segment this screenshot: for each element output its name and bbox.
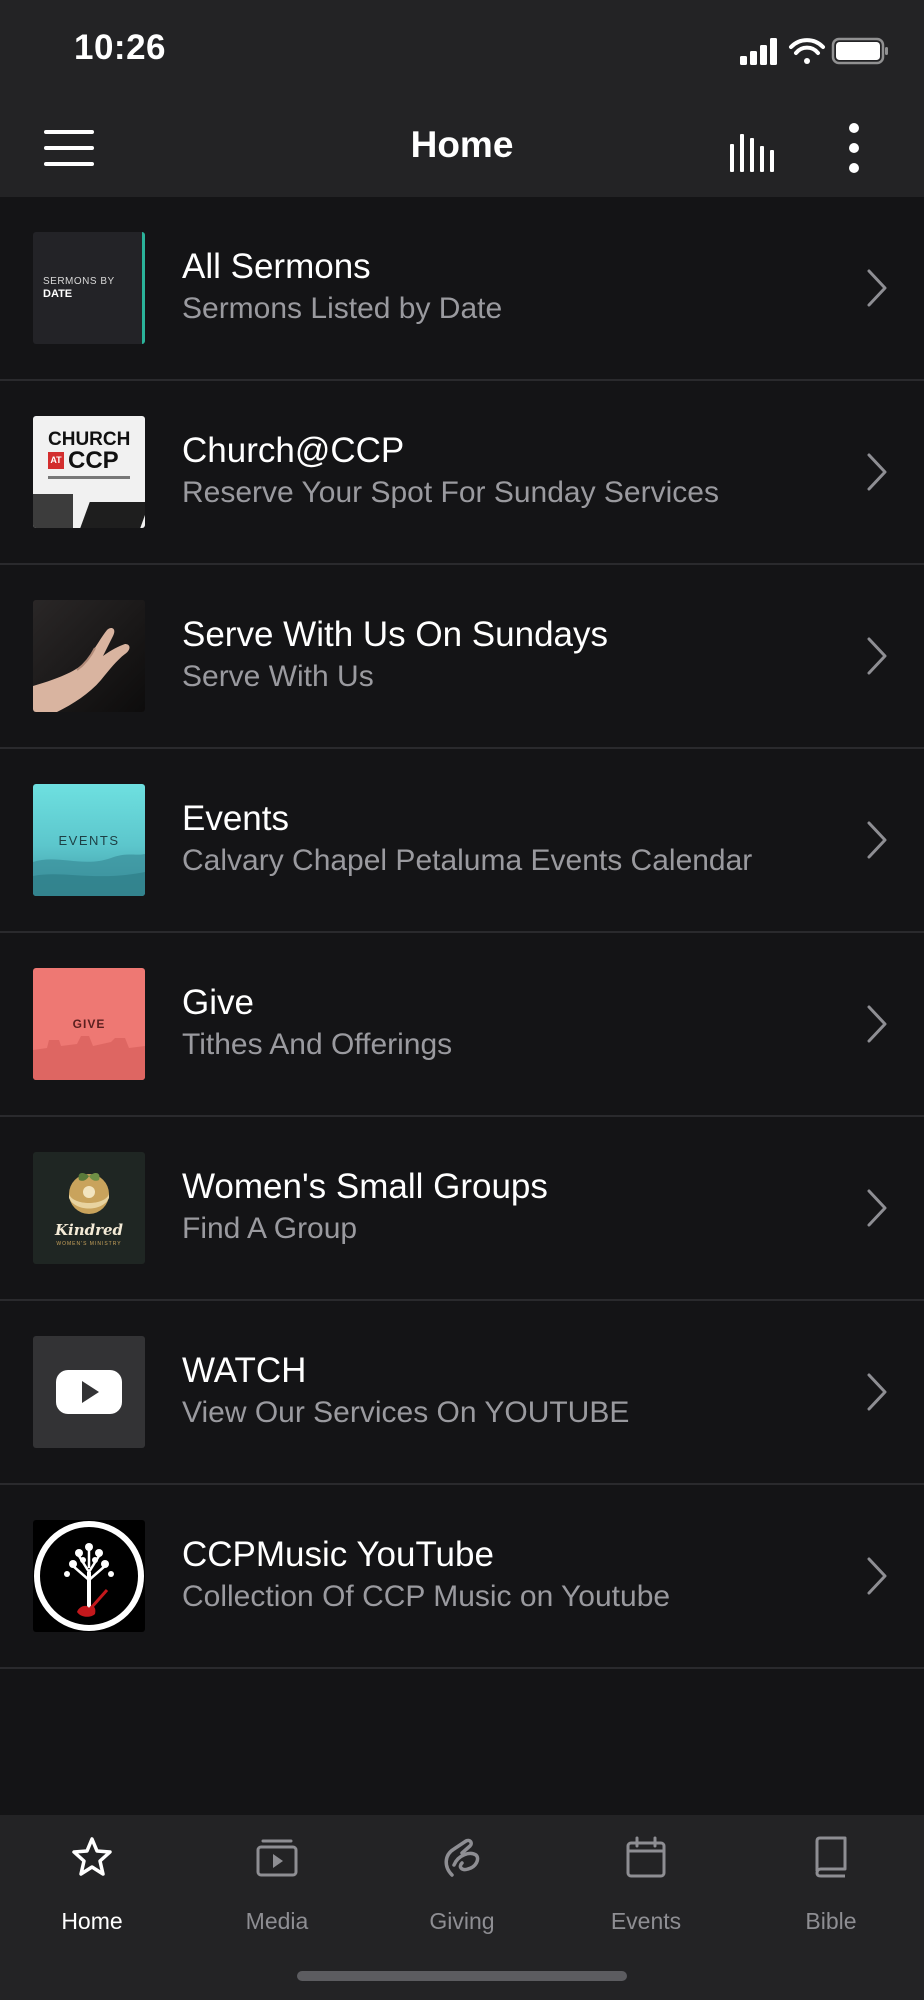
tab-label: Giving — [429, 1908, 495, 1934]
audio-bars-icon[interactable] — [728, 130, 782, 172]
give-thumbnail: GIVE — [33, 968, 145, 1080]
tab-media[interactable]: Media — [185, 1815, 369, 1935]
list-item-subtitle: Tithes And Offerings — [182, 1028, 453, 1061]
list-item-subtitle: View Our Services On YOUTUBE — [182, 1396, 630, 1429]
thumb-caption: WOMEN'S MINISTRY — [56, 1241, 122, 1247]
thumb-caption: GIVE — [72, 1017, 106, 1031]
list-item-give[interactable]: GIVE Give Tithes And Offerings — [0, 933, 924, 1117]
tab-events[interactable]: Events — [554, 1815, 738, 1935]
list-item-title: Women's Small Groups — [182, 1167, 548, 1206]
list-item-title: CCPMusic YouTube — [182, 1535, 494, 1574]
chevron-right-icon — [867, 1189, 887, 1227]
thumb-caption: Kindred — [54, 1221, 124, 1239]
list-item-all-sermons[interactable]: SERMONS BY DATE All Sermons Sermons List… — [0, 197, 924, 381]
chevron-right-icon — [867, 821, 887, 859]
list-item-ccp-music[interactable]: CCPMusic YouTube Collection Of CCP Music… — [0, 1485, 924, 1669]
battery-icon — [831, 37, 888, 65]
thumb-caption: AT — [48, 452, 64, 469]
tab-home[interactable]: Home — [0, 1815, 184, 1935]
list-item-serve[interactable]: Serve With Us On Sundays Serve With Us — [0, 565, 924, 749]
home-list: SERMONS BY DATE All Sermons Sermons List… — [0, 197, 924, 1669]
list-item-subtitle: Find A Group — [182, 1212, 358, 1245]
list-item-subtitle: Sermons Listed by Date — [182, 292, 503, 325]
more-vertical-icon[interactable] — [836, 122, 872, 176]
thumb-caption: SERMONS BY — [43, 276, 115, 287]
star-icon — [72, 1837, 112, 1876]
thumb-caption: DATE — [43, 288, 73, 300]
events-thumbnail: EVENTS — [33, 784, 145, 896]
tab-label: Events — [610, 1908, 682, 1934]
list-item-church-ccp[interactable]: CHURCH AT CCP Church@CCP Reserve Your Sp… — [0, 381, 924, 565]
tab-bible[interactable]: Bible — [739, 1815, 923, 1935]
tab-label: Home — [61, 1908, 123, 1934]
list-item-title: Events — [182, 799, 289, 838]
tree-guitar-logo — [34, 1521, 144, 1631]
church-ccp-thumbnail: CHURCH AT CCP — [33, 416, 145, 528]
open-hand-image — [33, 600, 145, 712]
calendar-icon — [626, 1836, 666, 1878]
chevron-right-icon — [867, 1557, 887, 1595]
chevron-right-icon — [867, 269, 887, 307]
list-item-title: Give — [182, 983, 254, 1022]
chevron-right-icon — [867, 1005, 887, 1043]
nav-bar: Home — [0, 100, 924, 197]
list-item-subtitle: Reserve Your Spot For Sunday Services — [182, 476, 719, 509]
thumb-caption: EVENTS — [58, 833, 120, 848]
chevron-right-icon — [867, 453, 887, 491]
page-title: Home — [410, 124, 514, 165]
tab-giving[interactable]: Giving — [370, 1815, 554, 1935]
list-item-title: WATCH — [182, 1351, 307, 1390]
kindred-logo — [69, 1173, 109, 1214]
home-indicator — [297, 1971, 627, 1981]
list-item-title: All Sermons — [182, 247, 371, 286]
youtube-thumbnail — [33, 1336, 145, 1448]
tab-label: Media — [245, 1908, 309, 1934]
youtube-icon — [56, 1370, 122, 1414]
list-item-events[interactable]: EVENTS Events Calvary Chapel Petaluma Ev… — [0, 749, 924, 933]
chevron-right-icon — [867, 1373, 887, 1411]
book-icon — [815, 1836, 847, 1878]
serve-thumbnail — [33, 600, 145, 712]
status-bar: 10:26 — [0, 0, 924, 100]
media-icon — [256, 1839, 298, 1877]
list-item-subtitle: Serve With Us — [182, 660, 374, 693]
kindred-thumbnail: Kindred WOMEN'S MINISTRY — [33, 1152, 145, 1264]
status-icons — [740, 37, 888, 65]
list-item-title: Serve With Us On Sundays — [182, 615, 608, 654]
list-item-subtitle: Collection Of CCP Music on Youtube — [182, 1580, 671, 1613]
list-item-title: Church@CCP — [182, 431, 405, 470]
list-item-womens-groups[interactable]: Kindred WOMEN'S MINISTRY Women's Small G… — [0, 1117, 924, 1301]
chevron-right-icon — [867, 637, 887, 675]
wifi-icon — [789, 38, 825, 64]
signal-icon — [740, 38, 777, 65]
tab-label: Bible — [805, 1908, 857, 1934]
thumb-caption: CCP — [68, 447, 119, 474]
list-item-subtitle: Calvary Chapel Petaluma Events Calendar — [182, 844, 753, 877]
status-time: 10:26 — [74, 28, 167, 67]
list-item-watch[interactable]: WATCH View Our Services On YOUTUBE — [0, 1301, 924, 1485]
sermons-thumbnail: SERMONS BY DATE — [33, 232, 145, 344]
giving-icon — [444, 1838, 480, 1877]
ccp-music-thumbnail — [33, 1520, 145, 1632]
